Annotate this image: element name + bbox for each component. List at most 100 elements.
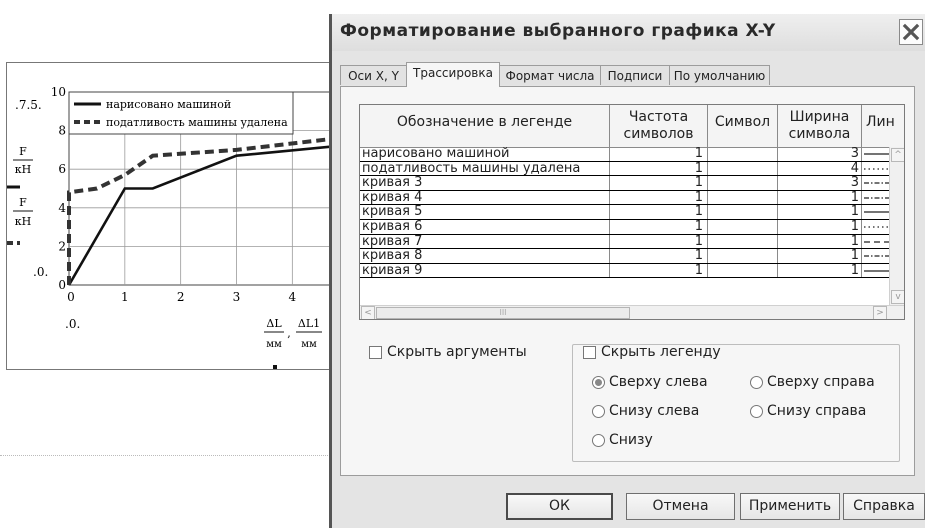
trace-weight-cell[interactable]: 4 [778,161,862,177]
trace-weight-cell[interactable]: 1 [778,263,862,279]
trace-frequency-cell[interactable]: 1 [610,263,708,279]
trace-legend-label-cell-text: кривая 8 [362,249,423,264]
legend-bottom-radio[interactable] [592,433,605,447]
hide-legend-checkbox[interactable] [583,345,596,359]
hide-arguments-option[interactable]: Скрыть аргументы [369,344,527,360]
trace-symbol-cell[interactable] [708,219,778,235]
trace-symbol-cell[interactable] [708,249,778,264]
tab-number-format[interactable]: Формат числа [499,65,601,85]
chevron-down-icon: v [895,292,901,302]
trace-row[interactable]: кривая 4 1 1 [360,190,898,206]
plot-resize-handle[interactable] [273,365,277,369]
legend-bottom-left-radio[interactable] [592,404,605,418]
svg-text:мм: мм [301,339,317,350]
xy-plot[interactable]: 0 2 4 6 8 10 0 1 2 3 4 нарисовано машиной податли… [7,63,337,369]
scroll-left-button[interactable]: < [361,306,375,319]
trace-legend-label-cell[interactable]: кривая 6 [360,219,610,235]
trace-table-horizontal-scrollbar[interactable]: < III > [360,305,904,319]
trace-symbol-cell[interactable] [708,234,778,250]
trace-row[interactable]: нарисовано машиной 1 3 [360,147,898,162]
tab-defaults[interactable]: По умолчанию [669,65,770,85]
col-header-symbol[interactable]: Символ [708,105,778,147]
trace-legend-label-cell[interactable]: податливость машины удалена [360,161,610,177]
trace-frequency-cell[interactable]: 1 [610,219,708,235]
legend-top-left-option[interactable]: Сверху слева [592,374,708,390]
cancel-button[interactable]: Отмена [626,493,735,520]
scroll-right-button[interactable]: > [873,306,887,319]
scroll-thumb[interactable]: III [376,307,630,319]
ok-button[interactable]: ОК [506,493,613,520]
trace-legend-label-cell[interactable]: кривая 3 [360,176,610,191]
legend-bottom-option[interactable]: Снизу [592,432,653,448]
trace-table-vertical-scrollbar[interactable]: ^ v [889,147,904,305]
hide-arguments-checkbox[interactable] [369,345,382,359]
tab-axes[interactable]: Оси X, Y [340,65,407,85]
trace-legend-label-cell[interactable]: кривая 5 [360,205,610,220]
trace-legend-label-cell[interactable]: кривая 7 [360,234,610,250]
trace-frequency-cell-text: 1 [694,161,703,176]
trace-row[interactable]: кривая 9 1 1 [360,263,898,279]
tab-traces[interactable]: Трассировка [406,62,500,87]
scroll-up-button[interactable]: ^ [891,148,904,162]
trace-frequency-cell[interactable]: 1 [610,205,708,220]
trace-table-header: Обозначение в легенде Частота символов С… [360,105,904,148]
trace-legend-label-cell[interactable]: кривая 8 [360,249,610,264]
series-line-compliance-removed [67,136,337,285]
trace-symbol-cell[interactable] [708,190,778,206]
col-header-line[interactable]: Лин [862,105,904,147]
trace-weight-cell[interactable]: 1 [778,190,862,206]
legend-bottom-right-radio[interactable] [750,404,763,418]
trace-legend-label-cell[interactable]: нарисовано машиной [360,147,610,162]
trace-weight-cell-text: 1 [850,205,859,220]
tab-labels[interactable]: Подписи [600,65,670,85]
col-header-symbol-weight[interactable]: Ширина символа [778,105,862,147]
trace-symbol-cell[interactable] [708,147,778,162]
trace-weight-cell[interactable]: 1 [778,205,862,220]
legend-bottom-left-option[interactable]: Снизу слева [592,403,699,419]
trace-frequency-cell[interactable]: 1 [610,234,708,250]
trace-weight-cell[interactable]: 1 [778,219,862,235]
trace-table[interactable]: Обозначение в легенде Частота символов С… [359,104,905,320]
col-header-legend-label[interactable]: Обозначение в легенде [360,105,610,147]
trace-frequency-cell[interactable]: 1 [610,147,708,162]
trace-row[interactable]: кривая 6 1 1 [360,219,898,235]
trace-frequency-cell[interactable]: 1 [610,190,708,206]
scroll-down-button[interactable]: v [891,290,904,304]
trace-weight-cell-text: 1 [850,263,859,278]
help-button[interactable]: Справка [843,493,925,520]
trace-symbol-cell[interactable] [708,161,778,177]
trace-row[interactable]: податливость машины удалена 1 4 [360,161,898,177]
legend-top-right-option[interactable]: Сверху справа [750,374,875,390]
trace-symbol-cell[interactable] [708,176,778,191]
y-tick-label: 0 [58,278,66,292]
legend-top-left-radio[interactable] [592,375,605,389]
trace-legend-label-cell[interactable]: кривая 9 [360,263,610,279]
trace-row[interactable]: кривая 8 1 1 [360,249,898,264]
trace-weight-cell[interactable]: 1 [778,234,862,250]
y-tick-label: 6 [58,162,66,176]
close-button[interactable] [899,19,923,45]
trace-weight-cell[interactable]: 3 [778,147,862,162]
trace-symbol-cell[interactable] [708,263,778,279]
trace-row[interactable]: кривая 7 1 1 [360,234,898,250]
apply-button[interactable]: Применить [740,493,840,520]
dialog-title-bar[interactable]: Форматирование выбранного графика X-Y [332,14,925,51]
trace-frequency-cell-text: 1 [694,249,703,264]
hide-legend-option[interactable]: Скрыть легенду [583,344,721,360]
trace-row[interactable]: кривая 5 1 1 [360,205,898,220]
trace-frequency-cell[interactable]: 1 [610,176,708,191]
trace-weight-cell[interactable]: 1 [778,249,862,264]
legend-top-left-label: Сверху слева [609,374,708,390]
legend-top-right-radio[interactable] [750,375,763,389]
trace-row[interactable]: кривая 3 1 3 [360,176,898,191]
legend-bottom-right-option[interactable]: Снизу справа [750,403,866,419]
trace-symbol-cell[interactable] [708,205,778,220]
svg-text:F: F [19,196,27,209]
trace-frequency-cell[interactable]: 1 [610,249,708,264]
trace-weight-cell[interactable]: 3 [778,176,862,191]
close-icon [902,23,920,41]
col-header-symbol-frequency[interactable]: Частота символов [610,105,708,147]
trace-frequency-cell[interactable]: 1 [610,161,708,177]
mathcad-plot-region[interactable]: 0 2 4 6 8 10 0 1 2 3 4 нарисовано машиной податли… [6,62,338,370]
trace-legend-label-cell[interactable]: кривая 4 [360,190,610,206]
